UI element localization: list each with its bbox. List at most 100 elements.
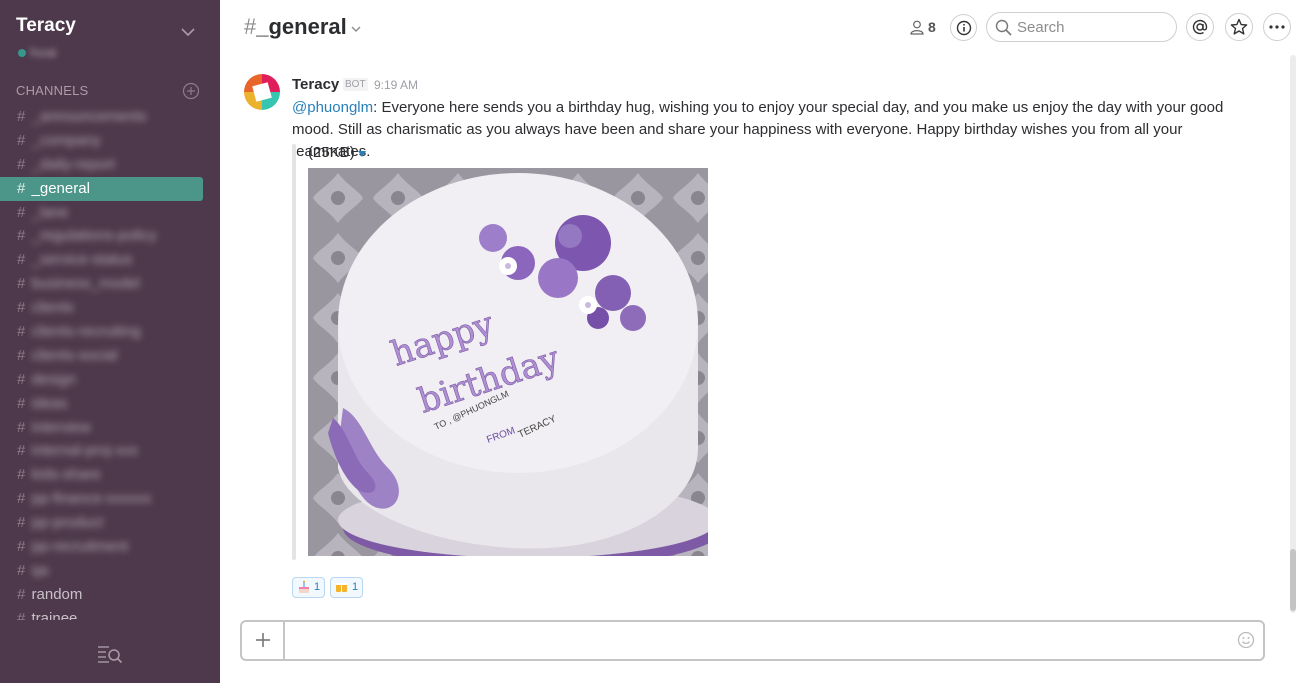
channel-label: _regulations-policy [31, 227, 157, 245]
member-count[interactable]: 8 [928, 19, 936, 35]
sidebar-channel-trainee[interactable]: # trainee [0, 607, 220, 620]
star-button[interactable] [1225, 13, 1253, 41]
sidebar-channel-interview[interactable]: # interview [0, 416, 220, 440]
channel-label: _company [31, 131, 101, 149]
search-box[interactable] [986, 12, 1177, 42]
sidebar-channel-business-model[interactable]: # business_model [0, 272, 220, 296]
user-name[interactable]: hoai [30, 44, 56, 60]
hash-icon: # [17, 346, 26, 364]
chevron-down-icon[interactable] [180, 24, 196, 40]
birthday-cake-icon [299, 580, 309, 594]
channel-label: pp-recruitment [31, 538, 129, 556]
add-channel-icon[interactable] [182, 82, 200, 100]
channel-label: pp-finance-xxxxxx [31, 490, 152, 508]
search-icon[interactable] [97, 644, 123, 664]
file-size[interactable]: (25KB) [308, 144, 355, 161]
channel-label: clients-social [31, 346, 118, 364]
chevron-down-icon[interactable] [351, 25, 361, 33]
sidebar-channel-pp-product[interactable]: # pp-product [0, 511, 220, 535]
hash-icon: # [17, 203, 26, 221]
sidebar-channel-general[interactable]: # _general [0, 176, 203, 201]
reaction-birthday-cake[interactable]: 1 [292, 577, 326, 598]
channel-label: clients-recruiting [31, 323, 141, 341]
sidebar-channel-random[interactable]: # random [0, 583, 220, 607]
reaction-beers[interactable]: 1 [330, 577, 364, 598]
mentions-button[interactable] [1186, 13, 1214, 41]
sidebar-channel-design[interactable]: # design [0, 368, 220, 392]
hash-icon: # [17, 131, 26, 149]
hash-icon: # [17, 370, 26, 388]
birthday-cake-image[interactable]: happy birthday TO , @PHUONGLM FROM TERAC… [308, 168, 708, 556]
hash-icon: # [17, 442, 26, 460]
hash-icon: # [17, 227, 26, 245]
channel-label: kids-share [31, 466, 101, 484]
team-name[interactable]: Teracy [16, 15, 76, 37]
slack-window: Teracy hoai CHANNELS # _announcements # _… [0, 0, 1301, 683]
message-input[interactable] [294, 630, 1214, 650]
attach-button[interactable] [242, 622, 285, 659]
caret-down-icon[interactable] [358, 151, 366, 157]
hash-icon: # [17, 299, 26, 317]
sidebar-channel-daily-report[interactable]: # _daily-report [0, 153, 220, 177]
info-icon [956, 20, 971, 35]
bot-avatar[interactable] [244, 74, 280, 110]
search-icon [995, 19, 1012, 36]
star-icon [1230, 18, 1248, 35]
hash-icon: # [17, 251, 26, 269]
sidebar-channel-qa[interactable]: # qa [0, 559, 220, 583]
sidebar-channel-pp-recruitment[interactable]: # pp-recruitment [0, 535, 220, 559]
message-timestamp[interactable]: 9:19 AM [374, 78, 418, 92]
channel-label: _service-status [31, 251, 133, 269]
channel-label: _announcements [31, 108, 147, 125]
hash-icon: # [17, 108, 26, 125]
sidebar: Teracy hoai CHANNELS # _announcements # _… [0, 0, 220, 683]
hash-icon: # [17, 394, 26, 412]
scroll-thumb[interactable] [1290, 549, 1296, 611]
sidebar-channel-service-status[interactable]: # _service-status [0, 248, 220, 272]
hash-icon: # [17, 490, 26, 508]
at-sign-icon [1192, 19, 1208, 35]
channel-label: qa [31, 561, 49, 579]
channel-label: clients [31, 299, 75, 317]
channel-label: ideas [31, 394, 68, 412]
sidebar-channel-kids-share[interactable]: # kids-share [0, 463, 220, 487]
sidebar-channel-announcements[interactable]: # _announcements [0, 105, 220, 129]
hash-icon: # [17, 514, 26, 532]
message-composer[interactable] [240, 620, 1265, 661]
channel-label: _lane [31, 203, 69, 221]
channel-label: random [31, 585, 83, 603]
channel-label: interview [31, 418, 91, 436]
more-icon [1269, 25, 1285, 29]
message-sender[interactable]: Teracy [292, 76, 339, 93]
sidebar-channel-clients-social[interactable]: # clients-social [0, 344, 220, 368]
channel-label: internal-proj-xxx [31, 442, 139, 460]
hash-icon: # [17, 323, 26, 341]
sidebar-channel-internal-proj-xxx[interactable]: # internal-proj-xxx [0, 439, 220, 463]
channels-header[interactable]: CHANNELS [16, 83, 88, 98]
sidebar-channel-clients-recruiting[interactable]: # clients-recruiting [0, 320, 220, 344]
info-button[interactable] [950, 14, 977, 41]
sidebar-channel-pp-finance-xxxxxx[interactable]: # pp-finance-xxxxxx [0, 487, 220, 511]
user-mention[interactable]: @phuonglm [292, 99, 373, 116]
sidebar-channel-regulations-policy[interactable]: # _regulations-policy [0, 224, 220, 248]
channel-label: business_model [31, 275, 140, 293]
sidebar-channel-company[interactable]: # _company [0, 129, 220, 153]
hash-icon: # [17, 609, 26, 620]
sidebar-channel-clients[interactable]: # clients [0, 296, 220, 320]
channel-label: _general [31, 179, 90, 197]
hash-icon: # [17, 275, 26, 293]
search-input[interactable] [1017, 18, 1167, 37]
more-button[interactable] [1263, 13, 1291, 41]
sidebar-channel-lane[interactable]: # _lane [0, 201, 220, 225]
hash-icon: # [17, 538, 26, 556]
emoji-icon[interactable] [1237, 631, 1255, 649]
hash-icon: # [17, 585, 26, 603]
scrollbar[interactable] [1290, 55, 1296, 613]
plus-icon [256, 633, 270, 647]
sidebar-channel-ideas[interactable]: # ideas [0, 392, 220, 416]
channel-title[interactable]: #_general [244, 14, 347, 40]
hash-icon: # [17, 155, 26, 173]
member-icon[interactable] [910, 20, 924, 35]
channel-label: _daily-report [31, 155, 115, 173]
channel-label: trainee [31, 609, 78, 620]
